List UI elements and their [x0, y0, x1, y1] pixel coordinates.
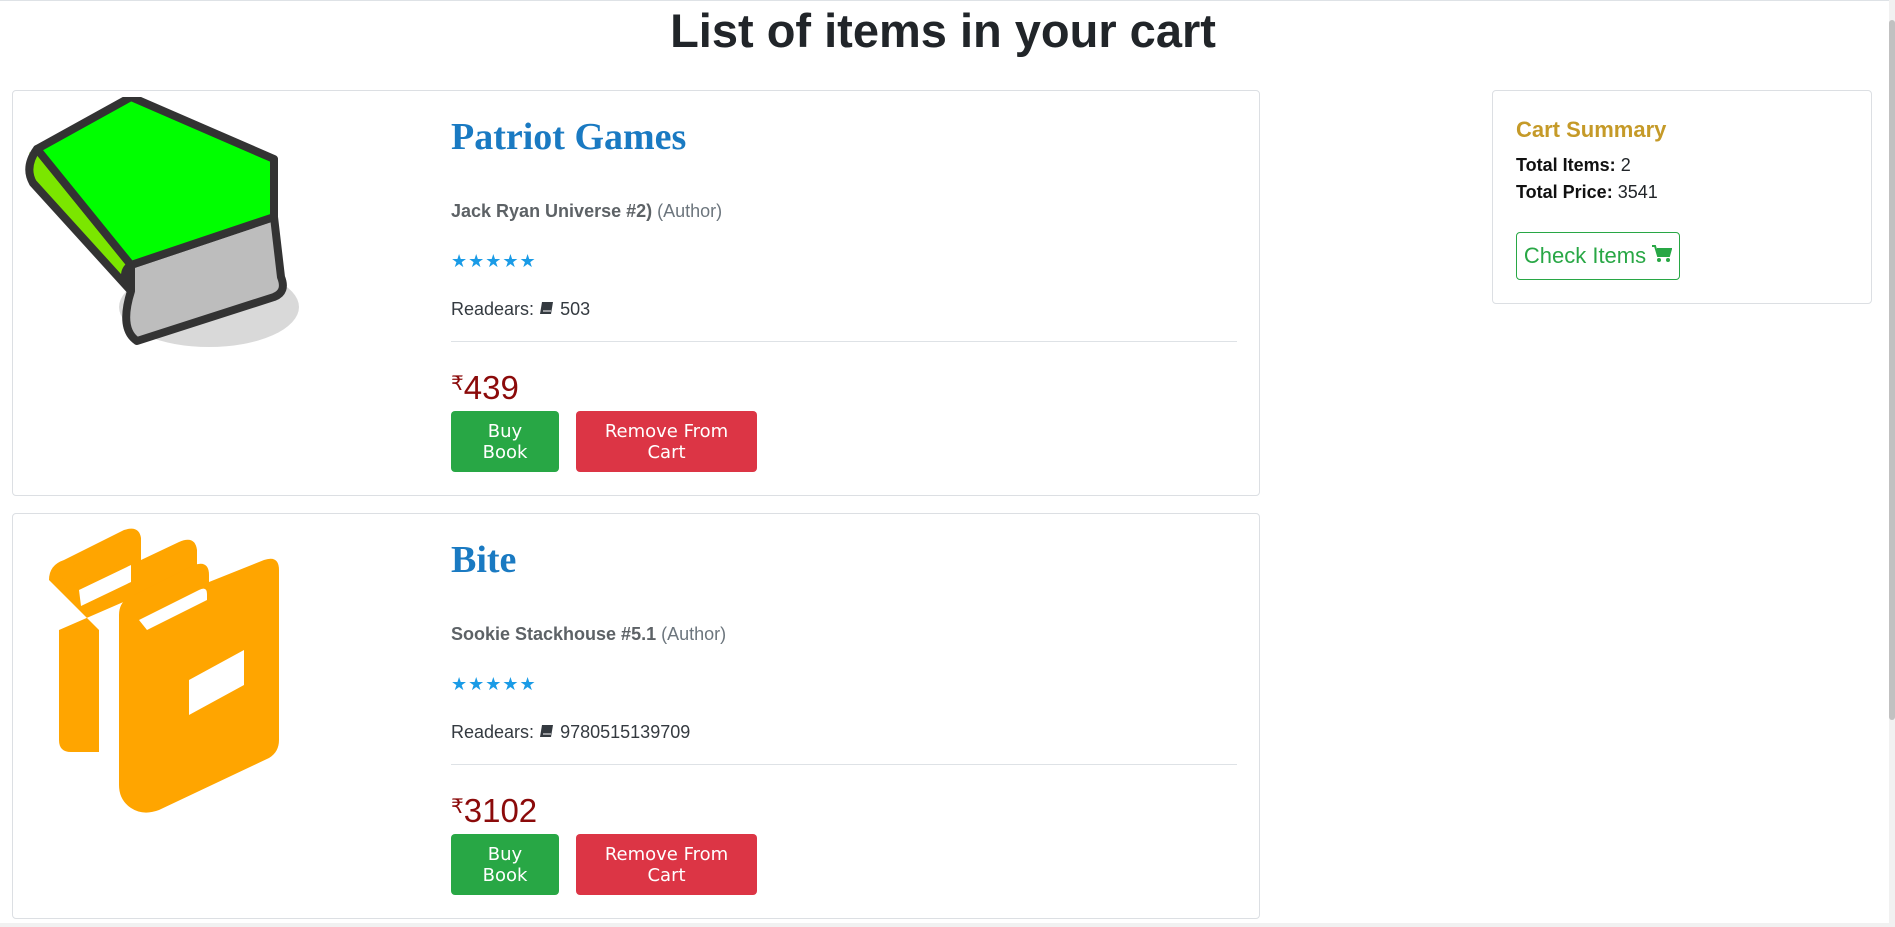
- rating-stars: ★★★★★: [451, 674, 537, 694]
- readers-line: Readears: 503: [451, 299, 590, 320]
- total-items-row: Total Items: 2: [1516, 155, 1631, 176]
- series-name: Jack Ryan Universe #2): [451, 201, 653, 221]
- orange-books-icon: [19, 520, 319, 820]
- check-items-button[interactable]: Check Items: [1516, 232, 1680, 280]
- total-items-label: Total Items:: [1516, 155, 1616, 175]
- total-price-label: Total Price:: [1516, 182, 1613, 202]
- currency-symbol: ₹: [451, 796, 464, 818]
- book-icon: [539, 299, 555, 320]
- buy-book-button[interactable]: Buy Book: [451, 411, 559, 472]
- book-title[interactable]: Bite: [451, 538, 516, 582]
- divider: [451, 764, 1237, 765]
- cart-item-card: Patriot Games Jack Ryan Universe #2) (Au…: [12, 90, 1260, 496]
- vertical-scrollbar[interactable]: [1889, 0, 1895, 927]
- book-icon: [539, 722, 555, 743]
- author-line: Sookie Stackhouse #5.1 (Author): [451, 624, 726, 645]
- total-items-value: 2: [1620, 155, 1631, 175]
- currency-symbol: ₹: [451, 373, 464, 395]
- cart-summary-title: Cart Summary: [1516, 117, 1667, 142]
- shopping-cart-icon: [1652, 243, 1673, 269]
- price-amount: 3102: [463, 792, 538, 829]
- readers-line: Readears: 9780515139709: [451, 722, 690, 743]
- buy-book-button[interactable]: Buy Book: [451, 834, 559, 895]
- readers-value: 9780515139709: [560, 722, 691, 742]
- series-name: Sookie Stackhouse #5.1: [451, 624, 657, 644]
- author-suffix: (Author): [661, 624, 727, 644]
- rating-stars: ★★★★★: [451, 251, 537, 271]
- price: ₹3102: [451, 792, 537, 830]
- divider: [451, 341, 1237, 342]
- readers-label: Readears:: [451, 299, 535, 319]
- price-amount: 439: [463, 369, 519, 406]
- price: ₹439: [451, 369, 519, 407]
- check-items-label: Check Items: [1523, 243, 1647, 268]
- author-suffix: (Author): [657, 201, 723, 221]
- page-title: List of items in your cart: [670, 4, 1216, 57]
- cart-item-card: Bite Sookie Stackhouse #5.1 (Author) ★★★…: [12, 513, 1260, 919]
- remove-from-cart-button[interactable]: Remove From Cart: [576, 411, 757, 472]
- total-price-row: Total Price: 3541: [1516, 182, 1658, 203]
- readers-label: Readears:: [451, 722, 535, 742]
- cart-summary-panel: Cart Summary Total Items: 2 Total Price:…: [1492, 90, 1872, 304]
- book-title[interactable]: Patriot Games: [451, 115, 686, 159]
- total-price-value: 3541: [1617, 182, 1658, 202]
- green-book-icon: [19, 93, 319, 397]
- horizontal-scrollbar[interactable]: [0, 923, 1895, 927]
- author-line: Jack Ryan Universe #2) (Author): [451, 201, 722, 222]
- readers-value: 503: [560, 299, 591, 319]
- scrollbar-thumb[interactable]: [1889, 20, 1895, 720]
- remove-from-cart-button[interactable]: Remove From Cart: [576, 834, 757, 895]
